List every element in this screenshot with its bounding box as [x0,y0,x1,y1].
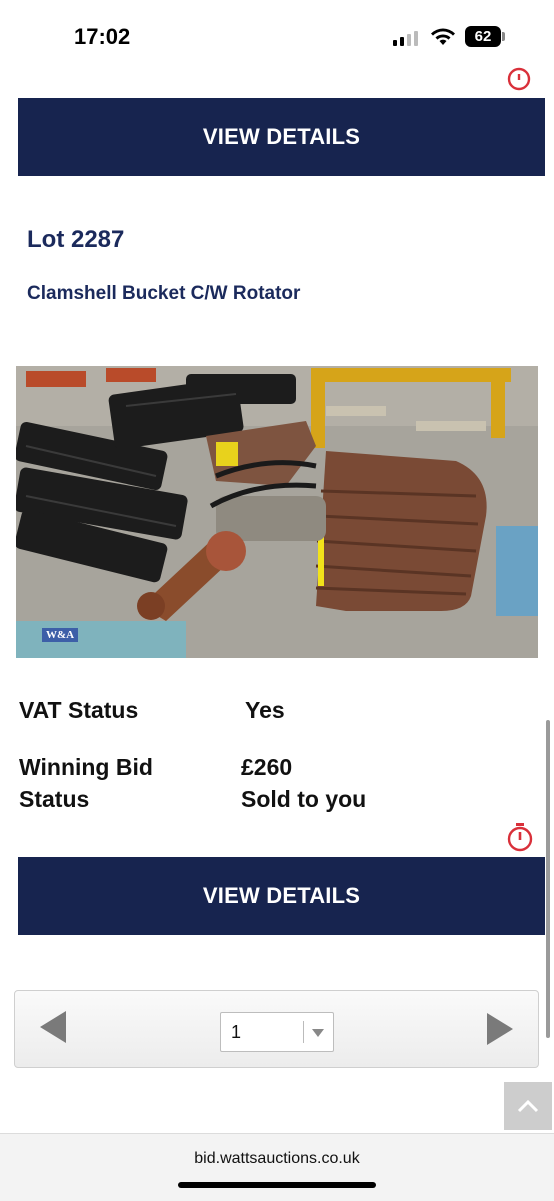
watermark-logo: W&A [42,628,79,642]
chevron-right-icon[interactable] [487,1013,513,1045]
page-select[interactable]: 1 [220,1012,334,1052]
view-details-button[interactable]: VIEW DETAILS [18,857,545,935]
status-value: Sold to you [241,786,367,812]
vat-status-value: Yes [245,697,285,723]
address-bar-url[interactable]: bid.wattsauctions.co.uk [0,1150,554,1168]
scroll-to-top-icon [517,1099,539,1113]
cellular-signal-icon [393,30,423,46]
lot-photo [16,366,538,658]
lot-description[interactable]: Clamshell Bucket C/W Rotator [27,283,300,305]
dropdown-caret-icon [312,1029,324,1037]
status-label: Status [19,786,90,812]
lot-image[interactable]: W&A [16,366,538,658]
scroll-to-top-button[interactable] [504,1082,552,1130]
status-time: 17:02 [74,24,131,49]
pagination: 1 [14,990,539,1068]
battery-icon: 62 [465,26,501,47]
vat-status-label: VAT Status [19,697,139,723]
winning-bid-value: £260 [241,754,293,780]
view-details-button-top[interactable]: VIEW DETAILS [18,98,545,176]
battery-nub [502,32,505,41]
chevron-left-icon[interactable] [40,1011,66,1043]
winning-bid-label: Winning Bid [19,754,153,780]
scrollbar[interactable] [546,720,550,1038]
select-divider [303,1021,304,1043]
home-indicator[interactable] [178,1182,376,1188]
lot-title[interactable]: Lot 2287 [27,226,124,254]
timer-icon [507,67,531,91]
page-select-value: 1 [231,1022,242,1042]
timer-icon [507,823,533,852]
wifi-icon [431,28,455,45]
